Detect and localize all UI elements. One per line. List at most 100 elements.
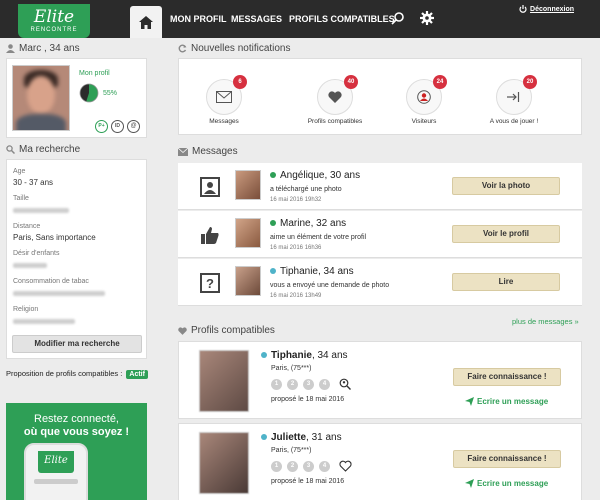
- view-profile-button[interactable]: Voir le profil: [452, 225, 560, 243]
- completion-chart: [79, 83, 99, 103]
- more-messages-link[interactable]: plus de messages »: [512, 317, 579, 326]
- sender-photo[interactable]: [235, 266, 261, 296]
- send-icon: [465, 479, 474, 488]
- size-value-blurred: [13, 208, 69, 213]
- modify-search-button[interactable]: Modifier ma recherche: [12, 335, 142, 353]
- proposal-setting: Proposition de profils compatibles : Act…: [6, 369, 148, 379]
- notifications-title-label: Nouvelles notifications: [191, 43, 291, 54]
- nav-mon-profil[interactable]: MON PROFIL: [170, 14, 227, 24]
- search-title: Ma recherche: [6, 144, 80, 155]
- step-pill: 1: [271, 378, 282, 390]
- size-label: Taille: [13, 195, 29, 202]
- proposal-date: proposé le 18 mai 2016: [271, 396, 345, 403]
- view-photo-button[interactable]: Voir la photo: [452, 177, 560, 195]
- notification-messages[interactable]: 6 Messages: [202, 75, 247, 125]
- settings-nav-button[interactable]: [420, 11, 434, 27]
- logout-link[interactable]: Déconnexion: [519, 5, 574, 13]
- search-title-label: Ma recherche: [19, 144, 81, 155]
- phone-logo: Elite: [38, 451, 74, 473]
- messages-title: Messages: [178, 146, 238, 157]
- step-pill: 1: [271, 460, 282, 472]
- visitor-profile-icon: [417, 90, 431, 104]
- premium-badge-icon: P+: [95, 120, 108, 133]
- logo-sub: RENCONTRE: [30, 27, 78, 33]
- thumbs-up-icon: [201, 227, 219, 244]
- distance-value: Paris, Sans importance: [13, 233, 96, 242]
- power-icon: [519, 5, 527, 13]
- envelope-icon: [216, 91, 232, 103]
- tobacco-label: Consommation de tabac: [13, 278, 89, 285]
- visitors-count-badge: 24: [433, 75, 447, 89]
- compatible-profile-card[interactable]: Juliette, 31 ans Paris, (75***) 1 2 3 4 …: [178, 423, 582, 500]
- user-avatar[interactable]: [12, 65, 70, 131]
- read-button[interactable]: Lire: [452, 273, 560, 291]
- arrow-in-icon: [507, 92, 520, 102]
- refresh-icon: [178, 44, 187, 53]
- profile-photo[interactable]: [199, 432, 249, 494]
- mobile-app-ad[interactable]: Restez connecté, où que vous soyez ! Eli…: [6, 403, 147, 500]
- my-profile-link[interactable]: Mon profil: [79, 70, 110, 77]
- get-acquainted-button[interactable]: Faire connaissance !: [453, 368, 561, 386]
- message-date: 16 mai 2016 16h36: [270, 245, 322, 251]
- heart-small-icon: [178, 326, 187, 335]
- proposal-status-toggle[interactable]: Actif: [126, 370, 148, 379]
- phone-illustration: Elite: [24, 443, 88, 500]
- step-pill: 3: [303, 460, 314, 472]
- compatibility-steps: 1 2 3 4: [271, 378, 351, 390]
- visitors-nav-button[interactable]: [390, 11, 406, 27]
- visitor-search-icon: [339, 378, 351, 390]
- user-badges: P+ ID @: [95, 120, 140, 133]
- step-pill: 3: [303, 378, 314, 390]
- nav-profils-compatibles[interactable]: PROFILS COMPATIBLES: [289, 14, 395, 24]
- message-date: 16 mai 2016 13h49: [270, 293, 322, 299]
- messages-title-label: Messages: [192, 146, 238, 157]
- notification-label: Messages: [209, 118, 239, 125]
- home-button[interactable]: [130, 6, 162, 38]
- online-status-dot: [270, 220, 276, 227]
- messages-count-badge: 6: [233, 75, 247, 89]
- religion-label: Religion: [13, 306, 39, 313]
- user-icon: [6, 44, 15, 53]
- profile-photo[interactable]: [199, 350, 249, 412]
- envelope-small-icon: [178, 147, 188, 156]
- compatible-profile-card[interactable]: Tiphanie, 34 ans Paris, (75***) 1 2 3 4 …: [178, 341, 582, 419]
- sender-photo[interactable]: [235, 170, 261, 200]
- age-label: Age: [13, 168, 26, 175]
- write-message-link[interactable]: Ecrire un message: [465, 397, 548, 406]
- write-message-link[interactable]: Ecrire un message: [465, 479, 548, 488]
- get-acquainted-button[interactable]: Faire connaissance !: [453, 450, 561, 468]
- send-icon: [465, 397, 474, 406]
- message-sender: Marine, 32 ans: [270, 218, 346, 229]
- sender-photo[interactable]: [235, 218, 261, 248]
- age-value: 30 - 37 ans: [13, 178, 54, 187]
- children-value-blurred: [13, 263, 47, 268]
- email-badge-icon: @: [127, 120, 140, 133]
- message-row[interactable]: Marine, 32 ans aime un élément de votre …: [178, 211, 582, 258]
- your-turn-count-badge: 20: [523, 75, 537, 89]
- question-photo-icon: ?: [200, 273, 220, 293]
- notification-compatible[interactable]: 40 Profils compatibles: [300, 75, 370, 125]
- user-card: Mon profil 55% P+ ID @: [6, 58, 147, 138]
- profile-city: Paris, (75***): [271, 447, 312, 454]
- message-row[interactable]: ? Tiphanie, 34 ans vous a envoyé une dem…: [178, 259, 582, 306]
- notification-visitors[interactable]: 24 Visiteurs: [402, 75, 447, 125]
- proposal-date: proposé le 18 mai 2016: [271, 478, 345, 485]
- logo[interactable]: Elite RENCONTRE: [18, 4, 90, 38]
- notification-your-turn[interactable]: 20 A vous de jouer !: [484, 75, 544, 125]
- nav-messages[interactable]: MESSAGES: [231, 14, 282, 24]
- notification-label: Profils compatibles: [307, 118, 363, 125]
- ad-line-1: Restez connecté,: [34, 413, 119, 425]
- heart-icon: [328, 91, 342, 103]
- ad-line-2: où que vous soyez !: [23, 426, 130, 438]
- message-text: vous a envoyé une demande de photo: [270, 282, 390, 289]
- search-card: Age 30 - 37 ans Taille Distance Paris, S…: [6, 159, 147, 359]
- home-icon: [139, 15, 153, 29]
- children-label: Désir d'enfants: [13, 250, 60, 257]
- notifications-title: Nouvelles notifications: [178, 43, 291, 54]
- message-sender: Angélique, 30 ans: [270, 170, 360, 181]
- online-status-dot: [270, 172, 276, 179]
- heart-hands-icon: [339, 460, 352, 472]
- online-status-dot: [261, 434, 267, 441]
- message-row[interactable]: Angélique, 30 ans a téléchargé une photo…: [178, 163, 582, 210]
- id-badge-icon: ID: [111, 120, 124, 133]
